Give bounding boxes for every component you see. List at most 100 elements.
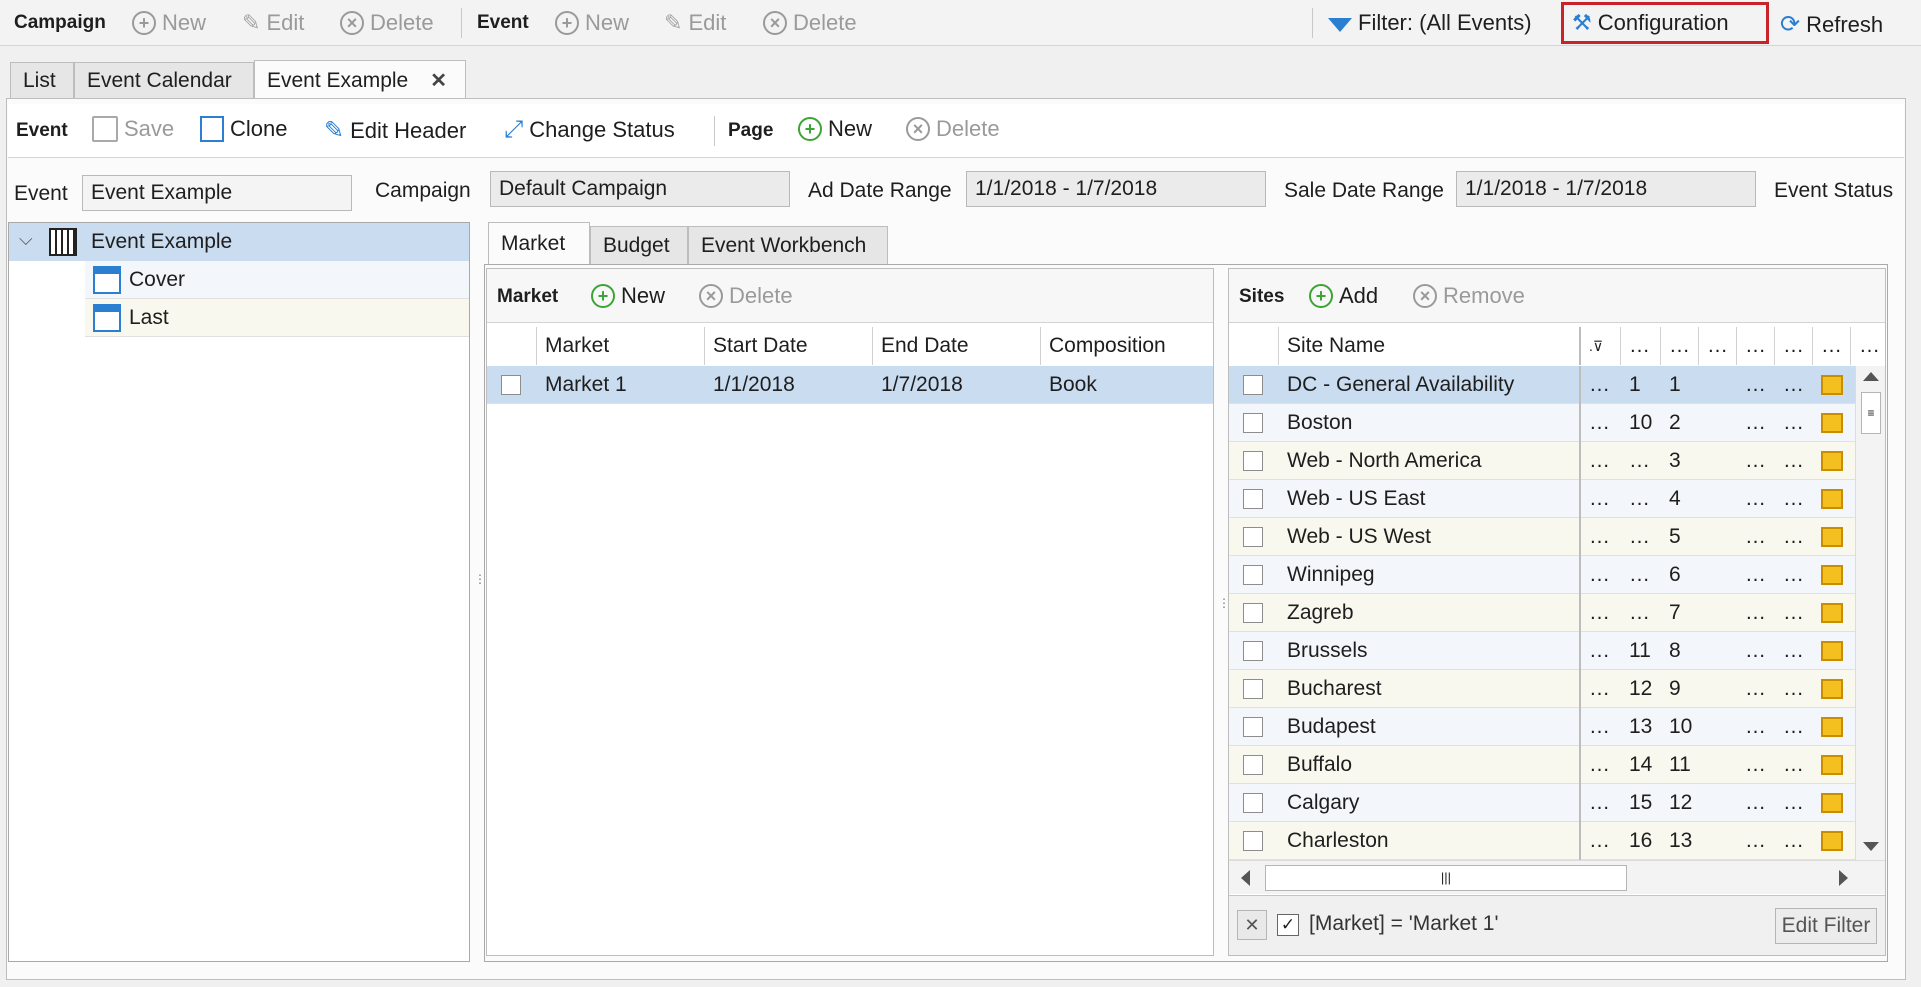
tab-list[interactable]: List xyxy=(10,62,74,98)
chevron-down-icon[interactable]: ⌵ xyxy=(19,229,33,250)
column-header-collapsed[interactable]: … xyxy=(1813,327,1851,365)
row-checkbox[interactable] xyxy=(1235,746,1279,784)
sale-date-range-field[interactable]: 1/1/2018 - 1/7/2018 xyxy=(1456,171,1756,207)
table-row[interactable]: Web - US East…… 4…… xyxy=(1229,480,1855,518)
tab-event-calendar[interactable]: Event Calendar xyxy=(74,62,254,98)
clone-button[interactable]: Clone xyxy=(200,116,287,142)
ad-date-range-field[interactable]: 1/1/2018 - 1/7/2018 xyxy=(966,171,1266,207)
scroll-down-arrow[interactable] xyxy=(1863,842,1879,851)
column-header-composition[interactable]: Composition xyxy=(1041,327,1213,365)
column-header-collapsed[interactable]: … xyxy=(1699,327,1737,365)
folder-icon xyxy=(1813,518,1855,556)
column-header-collapsed[interactable]: … xyxy=(1621,327,1661,365)
column-header-start-date[interactable]: Start Date xyxy=(705,327,873,365)
table-row[interactable]: Buffalo… 14 11…… xyxy=(1229,746,1855,784)
table-row[interactable]: Calgary… 15 12…… xyxy=(1229,784,1855,822)
scroll-up-arrow[interactable] xyxy=(1863,372,1879,381)
row-checkbox[interactable] xyxy=(1235,366,1279,404)
row-checkbox[interactable] xyxy=(1235,480,1279,518)
sale-date-label: Sale Date Range xyxy=(1284,179,1444,202)
row-checkbox[interactable] xyxy=(493,366,537,404)
scroll-right-arrow[interactable] xyxy=(1839,870,1848,886)
scroll-thumb[interactable]: ≡ xyxy=(1861,392,1881,434)
horizontal-scrollbar[interactable]: ||| xyxy=(1229,860,1885,894)
tab-budget[interactable]: Budget xyxy=(590,226,688,264)
refresh-button[interactable]: ⟳ Refresh xyxy=(1780,10,1883,39)
row-checkbox[interactable] xyxy=(1235,594,1279,632)
configuration-button[interactable]: ⚒ Configuration xyxy=(1561,2,1769,44)
table-row[interactable]: Bucharest… 12 9…… xyxy=(1229,670,1855,708)
event-new-button[interactable]: + New xyxy=(555,10,629,36)
header-select-column[interactable] xyxy=(487,327,537,365)
event-edit-button[interactable]: ✎ Edit xyxy=(664,10,726,36)
table-row[interactable]: Brussels… 11 8…… xyxy=(1229,632,1855,670)
plus-icon: + xyxy=(132,11,156,35)
row-checkbox[interactable] xyxy=(1235,518,1279,556)
event-name-field[interactable]: Event Example xyxy=(82,175,352,211)
table-row[interactable]: Web - US West…… 5…… xyxy=(1229,518,1855,556)
row-checkbox[interactable] xyxy=(1235,670,1279,708)
tree-node-last[interactable]: Last xyxy=(85,299,469,337)
tree-node-root[interactable]: ⌵ Event Example xyxy=(9,223,469,261)
market-delete-button[interactable]: × Delete xyxy=(699,283,793,309)
edit-header-button[interactable]: ✎ Edit Header xyxy=(324,116,466,145)
column-header-collapsed[interactable]: … xyxy=(1775,327,1813,365)
table-row[interactable]: Winnipeg…… 6…… xyxy=(1229,556,1855,594)
close-icon[interactable]: ✕ xyxy=(430,68,447,93)
table-row[interactable]: Market 1 1/1/2018 1/7/2018 Book xyxy=(487,366,1213,404)
column-header-site-name[interactable]: Site Name xyxy=(1279,327,1581,365)
column-header-end-date[interactable]: End Date xyxy=(873,327,1041,365)
tab-market[interactable]: Market xyxy=(488,222,590,264)
row-checkbox[interactable] xyxy=(1235,632,1279,670)
filter-expression[interactable]: [Market] = 'Market 1' xyxy=(1309,912,1499,936)
sites-add-button[interactable]: + Add xyxy=(1309,283,1378,309)
page-new-button[interactable]: + New xyxy=(798,116,872,142)
cell-collapsed: … xyxy=(1783,753,1804,776)
row-checkbox[interactable] xyxy=(1235,708,1279,746)
table-row[interactable]: Zagreb…… 7…… xyxy=(1229,594,1855,632)
table-row[interactable]: Budapest… 13 10…… xyxy=(1229,708,1855,746)
row-checkbox[interactable] xyxy=(1235,556,1279,594)
column-filter-icon[interactable]: .⊽ xyxy=(1581,327,1621,365)
row-checkbox[interactable] xyxy=(1235,784,1279,822)
market-new-button[interactable]: + New xyxy=(591,283,665,309)
header-select-column[interactable] xyxy=(1229,327,1279,365)
table-row[interactable]: Boston… 10 2…… xyxy=(1229,404,1855,442)
column-header-collapsed[interactable]: … xyxy=(1737,327,1775,365)
table-row[interactable]: Web - North America…… 3…… xyxy=(1229,442,1855,480)
vertical-scrollbar[interactable]: ≡ xyxy=(1855,366,1885,860)
sites-remove-button[interactable]: × Remove xyxy=(1413,283,1525,309)
tab-event-workbench[interactable]: Event Workbench xyxy=(688,226,888,264)
column-header-collapsed[interactable]: … xyxy=(1661,327,1699,365)
row-checkbox[interactable] xyxy=(1235,442,1279,480)
row-checkbox[interactable] xyxy=(1235,404,1279,442)
save-button[interactable]: Save xyxy=(92,116,174,142)
event-delete-button[interactable]: × Delete xyxy=(763,10,857,36)
row-checkbox[interactable] xyxy=(1235,822,1279,860)
change-status-button[interactable]: ⤢ Change Status xyxy=(504,116,675,144)
tab-event-example[interactable]: Event Example ✕ xyxy=(254,60,466,100)
scroll-thumb[interactable]: ||| xyxy=(1265,865,1627,891)
folder-icon xyxy=(1813,708,1855,746)
table-row[interactable]: DC - General Availability… 1 1…… xyxy=(1229,366,1855,404)
column-header-market[interactable]: Market xyxy=(537,327,705,365)
tree-node-cover[interactable]: Cover xyxy=(85,261,469,299)
scroll-left-arrow[interactable] xyxy=(1241,870,1250,886)
filter-enabled-checkbox[interactable]: ✓ xyxy=(1277,914,1299,936)
cell-number: 15 xyxy=(1629,791,1653,814)
campaign-field[interactable]: Default Campaign xyxy=(490,171,790,207)
clear-filter-icon[interactable]: ✕ xyxy=(1237,910,1267,940)
cell-site-name: Web - US East xyxy=(1279,480,1581,518)
cell-number: 13 xyxy=(1669,829,1693,852)
copy-icon xyxy=(200,116,224,142)
table-row[interactable]: Charleston… 16 13…… xyxy=(1229,822,1855,860)
page-delete-button[interactable]: × Delete xyxy=(906,116,1000,142)
filter-button[interactable]: Filter: (All Events) xyxy=(1328,10,1532,36)
campaign-delete-button[interactable]: × Delete xyxy=(340,10,434,36)
campaign-new-button[interactable]: + New xyxy=(132,10,206,36)
campaign-field-label: Campaign xyxy=(375,179,471,202)
campaign-edit-button[interactable]: ✎ Edit xyxy=(242,10,304,36)
column-header-collapsed[interactable]: … xyxy=(1851,327,1885,365)
cell-site-name: DC - General Availability xyxy=(1279,366,1581,404)
edit-filter-button[interactable]: Edit Filter xyxy=(1775,908,1877,944)
